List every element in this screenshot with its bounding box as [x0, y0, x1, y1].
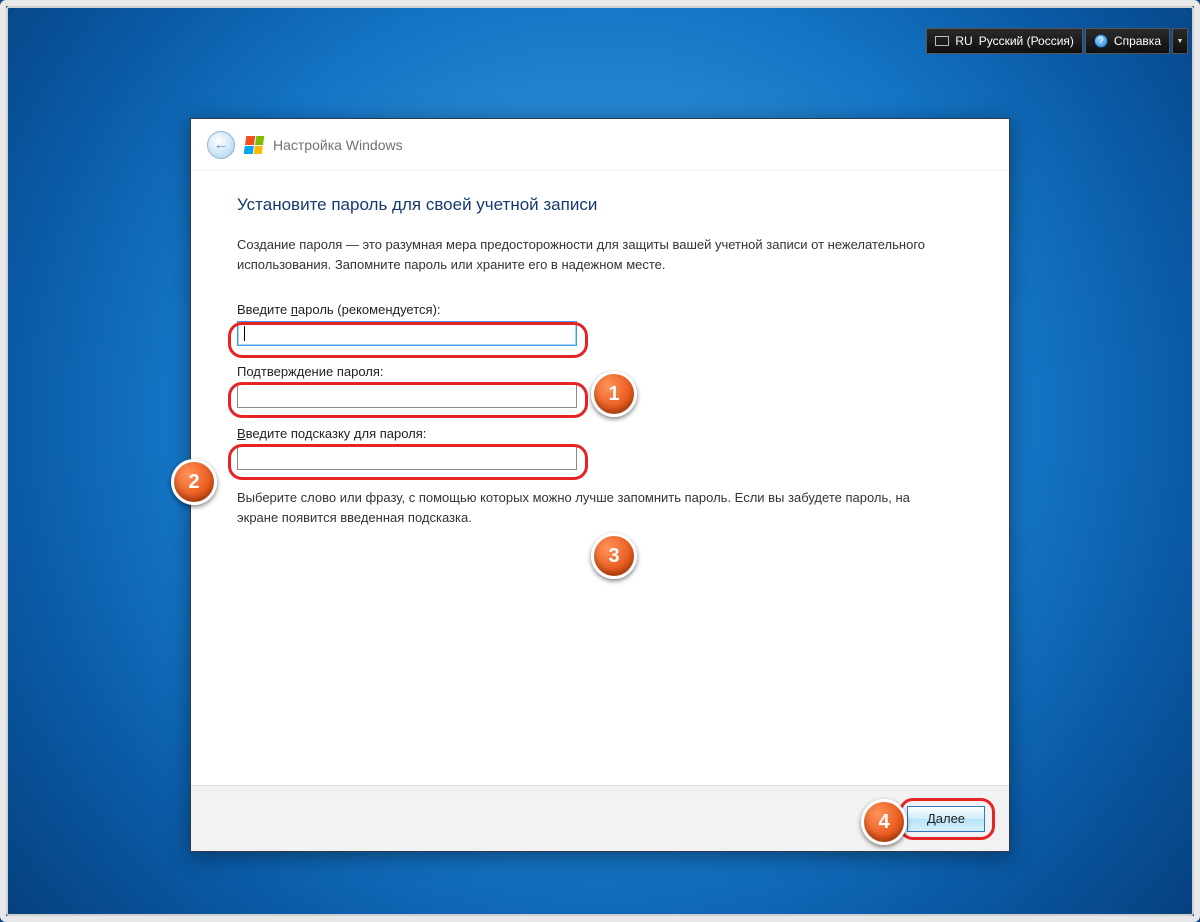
hint-input[interactable]: [237, 445, 577, 470]
help-icon: ?: [1094, 34, 1108, 48]
annotation-badge-2: 2: [171, 459, 217, 505]
annotation-badge-3: 3: [591, 533, 637, 579]
password-field-group: Введите пароль (рекомендуется):: [237, 302, 963, 346]
hint-label: Введите подсказку для пароля:: [237, 426, 963, 441]
page-description: Создание пароля — это разумная мера пред…: [237, 235, 937, 274]
lang-label: Русский (Россия): [979, 34, 1074, 48]
system-bar: RU Русский (Россия) ? Справка ▼: [926, 28, 1188, 54]
help-label: Справка: [1114, 34, 1161, 48]
password-input[interactable]: [237, 321, 577, 346]
lang-code: RU: [955, 34, 972, 48]
page-heading: Установите пароль для своей учетной запи…: [237, 195, 963, 215]
back-button[interactable]: ←: [207, 131, 235, 159]
windows-flag-icon: [244, 136, 265, 154]
next-button[interactable]: Далее: [907, 806, 985, 832]
annotation-badge-1: 1: [591, 371, 637, 417]
password-label: Введите пароль (рекомендуется):: [237, 302, 963, 317]
help-dropdown-button[interactable]: ▼: [1172, 28, 1188, 54]
hint-description: Выберите слово или фразу, с помощью кото…: [237, 488, 937, 527]
window-title: Настройка Windows: [273, 137, 403, 153]
title-bar: ← Настройка Windows: [191, 119, 1009, 171]
help-link[interactable]: ? Справка: [1085, 28, 1170, 54]
annotation-badge-4: 4: [861, 799, 907, 845]
text-cursor: [244, 326, 245, 341]
setup-window: ← Настройка Windows Установите пароль дл…: [190, 118, 1010, 852]
hint-field-group: Введите подсказку для пароля:: [237, 426, 963, 470]
content-area: Установите пароль для своей учетной запи…: [191, 171, 1009, 527]
confirm-password-input[interactable]: [237, 383, 577, 408]
keyboard-icon: [935, 36, 949, 46]
language-indicator[interactable]: RU Русский (Россия): [926, 28, 1083, 54]
